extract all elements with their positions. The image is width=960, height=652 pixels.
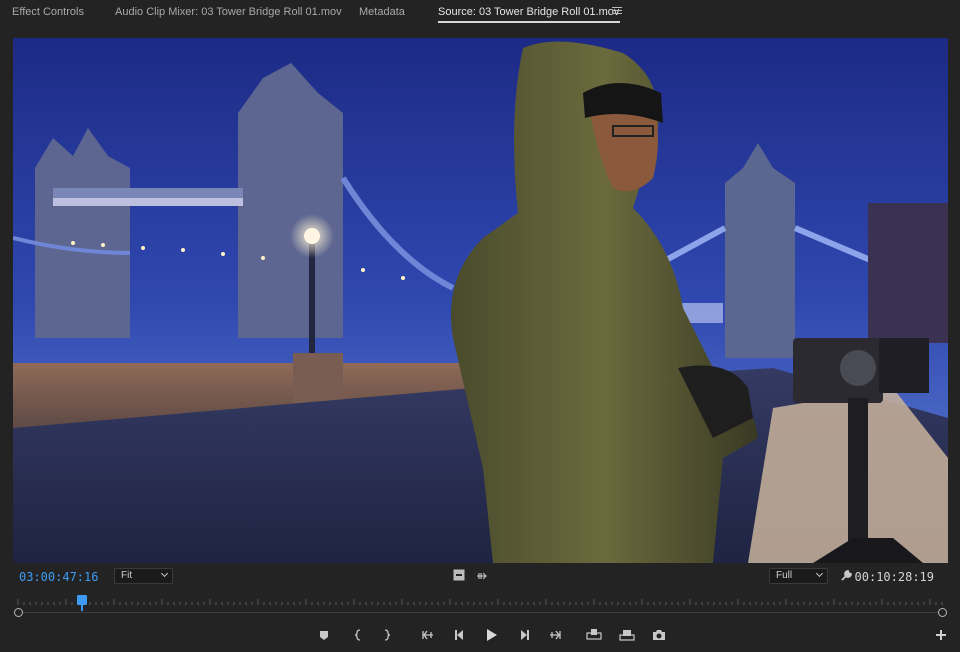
zoom-handle-left[interactable]	[14, 608, 23, 617]
insert-icon	[586, 629, 602, 640]
tab-metadata[interactable]: Metadata	[359, 6, 405, 18]
insert-button[interactable]	[586, 627, 602, 643]
panel-menu-icon[interactable]	[611, 5, 623, 17]
export-frame-button[interactable]	[651, 627, 667, 643]
play-icon	[487, 629, 497, 641]
active-tab-indicator	[438, 21, 620, 23]
current-timecode[interactable]: 03:00:47:16	[19, 570, 98, 584]
overwrite-icon	[619, 630, 635, 641]
tab-effect-controls[interactable]: Effect Controls	[12, 6, 84, 18]
tab-audio-clip-mixer[interactable]: Audio Clip Mixer: 03 Tower Bridge Roll 0…	[115, 6, 342, 18]
marker-icon	[320, 631, 328, 640]
go-to-in-button[interactable]	[420, 627, 436, 643]
zoom-handle-right[interactable]	[938, 608, 947, 617]
playhead-handle[interactable]	[76, 595, 87, 611]
go-to-in-icon	[422, 630, 433, 640]
tab-source[interactable]: Source: 03 Tower Bridge Roll 01.mov	[438, 6, 619, 18]
button-editor-plus-icon[interactable]	[935, 629, 947, 641]
safe-margins-icon[interactable]	[453, 569, 465, 581]
step-forward-icon	[521, 630, 529, 640]
drag-video-only-icon[interactable]	[476, 571, 490, 581]
playback-resolution-select[interactable]: Full	[769, 568, 828, 584]
mark-out-icon	[384, 629, 391, 641]
camera-icon	[653, 630, 665, 640]
playback-resolution-value: Full	[776, 570, 793, 581]
video-frame	[13, 38, 948, 563]
zoom-level-select[interactable]: Fit	[114, 568, 173, 584]
panel-tab-bar: Effect Controls Audio Clip Mixer: 03 Tow…	[0, 0, 960, 26]
viewer-control-row: 03:00:47:16 Fit Full 00:10:28:19	[0, 566, 960, 588]
chevron-down-icon	[160, 569, 169, 578]
wrench-icon[interactable]	[840, 569, 853, 582]
zoom-scrollbar-track[interactable]	[18, 612, 943, 613]
mark-in-button[interactable]	[350, 627, 366, 643]
ruler-ticks	[17, 599, 943, 605]
zoom-level-value: Fit	[121, 570, 133, 581]
mark-out-button[interactable]	[379, 627, 395, 643]
step-back-icon	[455, 630, 463, 640]
source-monitor-viewer[interactable]	[13, 38, 948, 563]
chevron-down-icon	[815, 569, 824, 578]
mark-in-icon	[354, 629, 361, 641]
transport-controls	[0, 624, 960, 646]
overwrite-button[interactable]	[619, 627, 635, 643]
add-marker-button[interactable]	[316, 627, 332, 643]
time-ruler[interactable]	[13, 594, 948, 617]
play-button[interactable]	[484, 627, 500, 643]
step-back-button[interactable]	[452, 627, 468, 643]
go-to-out-button[interactable]	[547, 627, 563, 643]
duration-timecode: 00:10:28:19	[854, 570, 934, 584]
step-forward-button[interactable]	[516, 627, 532, 643]
go-to-out-icon	[550, 630, 561, 640]
